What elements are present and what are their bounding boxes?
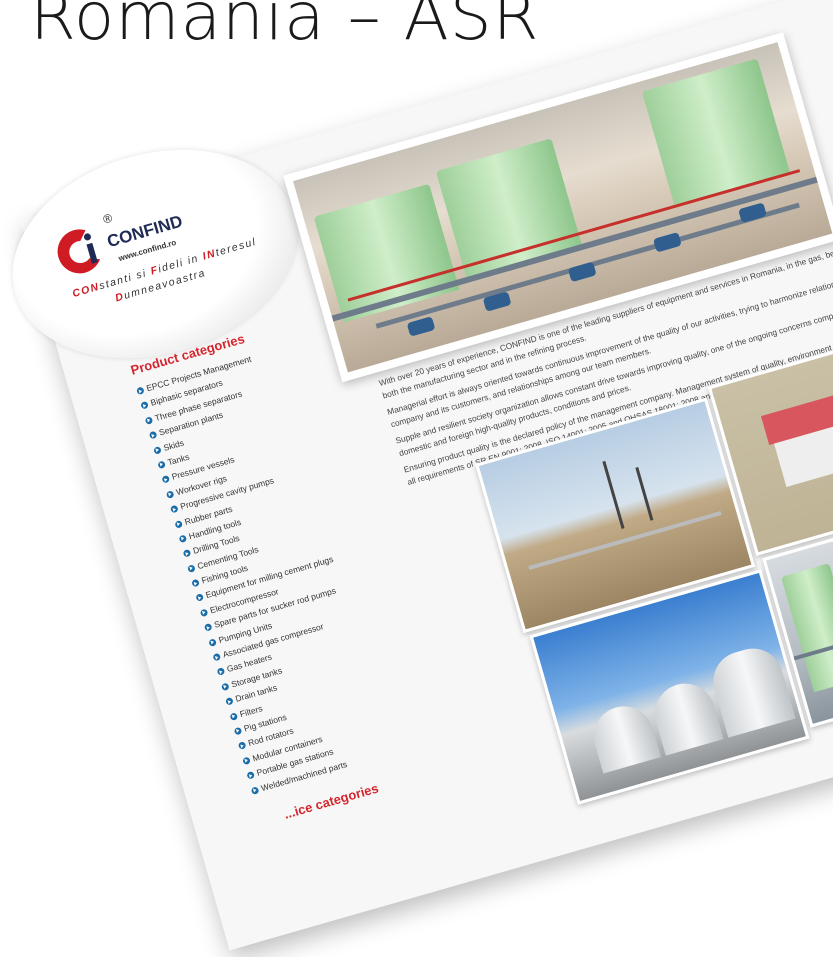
- bullet-arrow-icon: [237, 741, 247, 751]
- bullet-arrow-icon: [157, 460, 166, 470]
- bullet-arrow-icon: [216, 667, 226, 677]
- bullet-arrow-icon: [246, 771, 256, 780]
- bullet-arrow-icon: [174, 519, 183, 529]
- bullet-arrow-icon: [186, 563, 196, 573]
- bullet-arrow-icon: [225, 697, 234, 706]
- bullet-arrow-icon: [208, 637, 217, 647]
- bullet-arrow-icon: [140, 401, 149, 410]
- bullet-arrow-icon: [136, 386, 145, 396]
- bullet-arrow-icon: [148, 430, 158, 440]
- bullet-arrow-icon: [161, 475, 171, 484]
- slide-title: Romania – ASR: [30, 0, 540, 55]
- bullet-arrow-icon: [242, 756, 251, 765]
- bullet-arrow-icon: [153, 445, 162, 455]
- bullet-arrow-icon: [144, 416, 154, 425]
- website-screenshot: ® CONFIND www.confind.ro CONstanti si Fi…: [0, 0, 833, 951]
- bullet-arrow-icon: [178, 534, 188, 544]
- bullet-arrow-icon: [229, 711, 239, 721]
- bullet-arrow-icon: [182, 549, 192, 558]
- bullet-arrow-icon: [165, 490, 175, 499]
- bullet-arrow-icon: [203, 623, 213, 632]
- bullet-arrow-icon: [250, 785, 260, 795]
- bullet-arrow-icon: [170, 504, 179, 514]
- bullet-arrow-icon: [212, 652, 222, 662]
- bullet-arrow-icon: [195, 593, 205, 603]
- bullet-arrow-icon: [233, 726, 243, 736]
- bullet-arrow-icon: [220, 682, 230, 692]
- bullet-arrow-icon: [199, 608, 209, 618]
- bullet-arrow-icon: [191, 578, 200, 588]
